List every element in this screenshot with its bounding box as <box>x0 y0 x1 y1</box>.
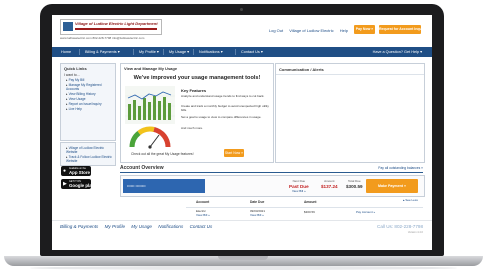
pay-outstanding-link[interactable]: Pay all outstanding balances » <box>378 166 423 170</box>
footer-notifications[interactable]: Notifications <box>158 224 183 229</box>
contact-info: www.ludlowelectric.com 802-228-7798 info… <box>60 36 145 40</box>
nav-divider <box>133 49 134 55</box>
quick-link-report-issue[interactable]: Report an Issue/Inquiry <box>66 102 112 106</box>
col-amount: Amount <box>304 200 317 204</box>
nav-get-help[interactable]: Have a Question? Get Help ▾ <box>373 47 422 57</box>
nav-notifications[interactable]: Notifications ▾ <box>199 47 223 57</box>
usage-chart-illustration <box>125 86 175 124</box>
site-header: Village of Ludlow Electric Light Departm… <box>52 15 432 46</box>
row-account-link[interactable]: View Bill » <box>196 213 210 217</box>
logo-icon <box>63 22 73 31</box>
utility-link[interactable]: Village of Ludlow Electric <box>289 28 333 33</box>
key-feature-item: And much more. <box>181 126 204 130</box>
quick-link-manage-accounts[interactable]: Manage My Registered Accounts <box>66 83 112 91</box>
total-due-value: $300.59 <box>346 184 363 189</box>
account-inquiry-button[interactable]: Request for Account Inquiry <box>379 25 426 34</box>
key-features-title: Key Features <box>181 88 207 93</box>
usage-promo-text: Check out all the great My Usage feature… <box>131 152 194 156</box>
logo-underline <box>75 28 157 30</box>
play-icon: ▶ <box>63 181 67 187</box>
footer-version: Version 4.4.0 <box>407 231 423 234</box>
laptop-notch <box>218 256 268 260</box>
quick-links-panel: Quick Links I want to... Pay My Bill Man… <box>60 63 116 141</box>
camera-dot <box>240 8 243 11</box>
view-bill-link[interactable]: View Bill » <box>289 189 309 193</box>
pay-account-link[interactable]: Pay Account » <box>356 210 375 214</box>
account-overview-title: Account Overview <box>120 165 164 171</box>
laptop-shadow <box>30 266 457 270</box>
total-due-column: Total Due $300.59 <box>346 179 363 189</box>
col-account: Account <box>196 200 210 204</box>
nav-home[interactable]: Home <box>61 47 71 57</box>
col-date-due: Date Due <box>250 200 265 204</box>
nav-profile[interactable]: My Profile ▾ <box>139 47 159 57</box>
table-row: Electric View Bill » 09/03/2021 View Bil… <box>186 207 423 218</box>
row-date-link[interactable]: View Bill » <box>250 213 264 217</box>
alerts-panel-title: Communication / Alerts <box>279 67 324 72</box>
start-now-button[interactable]: Start Now » <box>224 149 244 157</box>
pay-now-button[interactable]: Pay Now » <box>354 25 375 34</box>
nav-divider <box>163 49 164 55</box>
alerts-divider <box>276 74 424 75</box>
top-links: Log Out Village of Ludlow Electric Help <box>264 28 348 33</box>
key-feature-item: Set a goal to usage to view to compare d… <box>181 115 262 119</box>
usage-headline: We've improved your usage management too… <box>133 75 261 81</box>
quick-link-live-help[interactable]: Live Help <box>66 107 112 111</box>
footer-divider <box>52 220 432 221</box>
logout-link[interactable]: Log Out <box>269 28 283 33</box>
account-table-header: Account Date Due Amount <box>186 200 423 206</box>
footer-billing[interactable]: Billing & Payments <box>60 224 98 229</box>
main-nav: Home Billing & Payments ▾ My Profile ▾ M… <box>52 47 432 57</box>
key-feature-item: Analyze and understand usage trends to f… <box>181 94 265 98</box>
app-store-big: App Store <box>69 170 90 175</box>
account-summary-row: •••••• •••••••• Next Due Past Due View B… <box>120 175 425 197</box>
footer-usage[interactable]: My Usage <box>131 224 152 229</box>
usage-gauge-illustration <box>129 126 171 149</box>
account-name[interactable]: •••••• •••••••• <box>123 179 205 193</box>
quick-link-follow[interactable]: Track & Follow Ludlow Electric Website <box>66 155 112 163</box>
amount-value: $137.24 <box>321 184 338 189</box>
amount-label: Amount <box>324 179 335 183</box>
footer-links: Billing & Payments My Profile My Usage N… <box>60 224 217 229</box>
browser-screen: Village of Ludlow Electric Light Departm… <box>52 15 432 250</box>
apple-icon: ● <box>63 168 67 174</box>
nav-contact[interactable]: Contact Us ▾ <box>241 47 263 57</box>
app-store-badge[interactable]: ● Available on the App Store <box>61 166 91 176</box>
logo-text: Village of Ludlow Electric Light Departm… <box>75 21 158 26</box>
nav-divider <box>79 49 80 55</box>
google-play-big: Google play <box>69 183 95 188</box>
quick-links-subtitle: I want to... <box>64 73 80 77</box>
footer-contact[interactable]: Contact Us <box>190 224 213 229</box>
overview-divider <box>120 172 423 173</box>
external-links-panel: Village of Ludlow Electric Website Track… <box>60 142 116 166</box>
nav-billing[interactable]: Billing & Payments ▾ <box>85 47 120 57</box>
key-feature-item: Create and track a monthly budget to avo… <box>181 104 269 112</box>
quick-link-billing-history[interactable]: View Billing History <box>66 92 112 96</box>
nav-divider <box>235 49 236 55</box>
utility-logo[interactable]: Village of Ludlow Electric Light Departm… <box>60 19 162 35</box>
next-due-column: Next Due Past Due View Bill » <box>289 179 309 193</box>
amount-column: Amount $137.24 <box>321 179 338 189</box>
quick-links-title: Quick Links <box>64 66 87 71</box>
next-due-label: Next Due <box>292 179 306 183</box>
google-play-badge[interactable]: ▶ GET IT ON Google play <box>61 179 95 189</box>
nav-divider <box>193 49 194 55</box>
nav-usage[interactable]: My Usage ▾ <box>169 47 189 57</box>
usage-panel: View and Manage My Usage We've improved … <box>120 63 274 163</box>
make-payment-button[interactable]: Make Payment » <box>366 179 418 193</box>
quick-link-pay-bill[interactable]: Pay My Bill <box>66 78 112 82</box>
footer-profile[interactable]: My Profile <box>105 224 125 229</box>
row-amount: $300.59 <box>304 210 315 214</box>
total-due-label: Total Due <box>347 179 361 183</box>
help-link[interactable]: Help <box>340 28 348 33</box>
usage-panel-title: View and Manage My Usage <box>124 66 178 71</box>
quick-link-view-usage[interactable]: View Usage <box>66 97 112 101</box>
footer-phone: Call Us: 802-228-7798 <box>377 224 423 229</box>
alerts-panel: Communication / Alerts <box>275 63 425 163</box>
quick-link-website[interactable]: Village of Ludlow Electric Website <box>66 146 112 154</box>
